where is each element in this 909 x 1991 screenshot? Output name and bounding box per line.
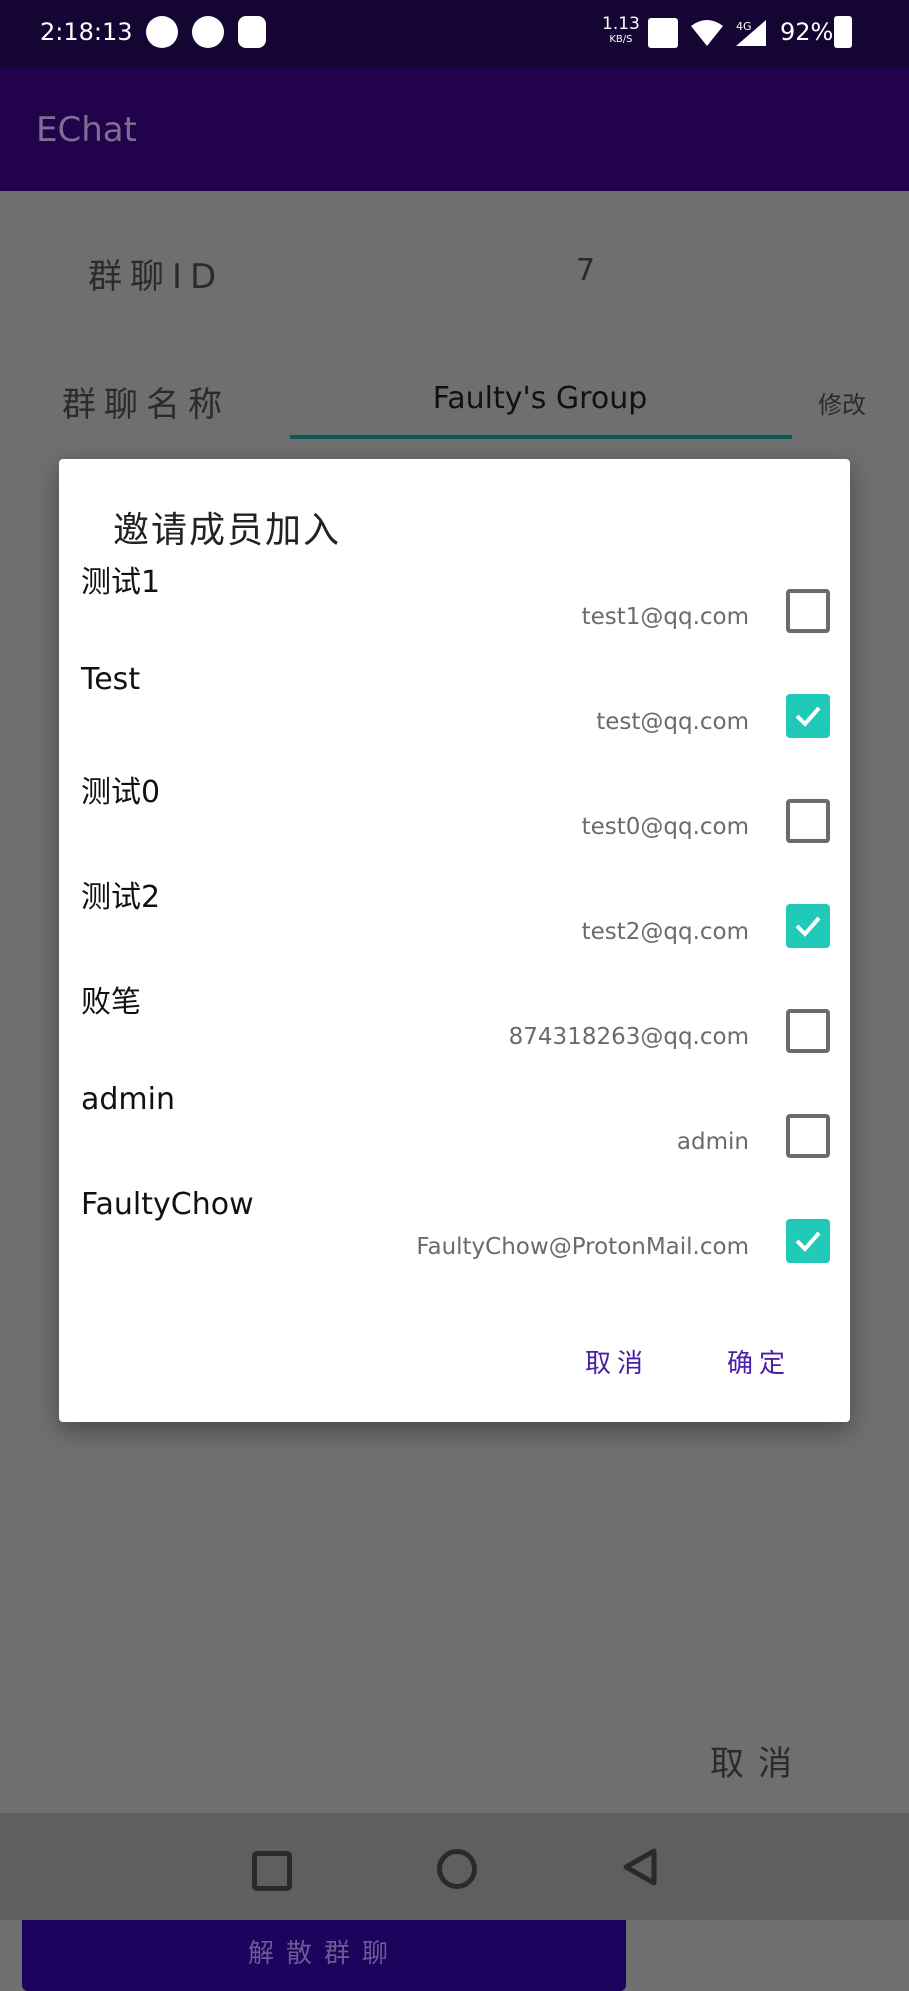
member-checkbox[interactable]	[786, 694, 830, 738]
net-speed-unit: KB/S	[609, 34, 633, 45]
group-name-underline	[290, 435, 792, 439]
net-speed: 1.13 KB/S	[602, 16, 640, 48]
member-name: 败笔	[81, 985, 141, 1020]
dialog-confirm-button[interactable]: 确定	[727, 1343, 791, 1380]
member-name: Test	[81, 662, 141, 697]
group-name-label: 群聊名称	[62, 385, 230, 425]
member-row[interactable]: 测试1 test1@qq.com	[59, 557, 850, 662]
system-nav-bar	[0, 1813, 909, 1920]
member-row[interactable]: Test test@qq.com	[59, 662, 850, 767]
member-email: test1@qq.com	[581, 604, 749, 630]
message-notification-icon	[146, 16, 178, 48]
member-row[interactable]: FaultyChow FaultyChow@ProtonMail.com	[59, 1187, 850, 1292]
member-checkbox[interactable]	[786, 799, 830, 843]
battery-percent: 92%	[780, 18, 834, 46]
back-icon[interactable]	[622, 1847, 658, 1887]
member-row[interactable]: 测试2 test2@qq.com	[59, 872, 850, 977]
member-name: admin	[81, 1082, 175, 1117]
member-row[interactable]: admin admin	[59, 1082, 850, 1187]
member-checkbox[interactable]	[786, 1219, 830, 1263]
check-icon	[795, 706, 821, 727]
group-id-value: 7	[576, 253, 596, 288]
member-email: FaultyChow@ProtonMail.com	[416, 1234, 749, 1260]
member-email: 874318263@qq.com	[508, 1024, 749, 1050]
cancel-button[interactable]: 取消	[710, 1736, 806, 1785]
dialog-cancel-button[interactable]: 取消	[585, 1343, 649, 1380]
volte-icon	[648, 18, 678, 48]
status-time: 2:18:13	[40, 18, 133, 46]
signal-icon: 4G	[736, 20, 766, 46]
member-name: 测试0	[81, 775, 161, 810]
network-type-label: 4G	[736, 20, 752, 33]
member-checkbox[interactable]	[786, 904, 830, 948]
member-email: test2@qq.com	[581, 919, 749, 945]
home-icon[interactable]	[437, 1849, 477, 1889]
dialog-title: 邀请成员加入	[113, 510, 342, 551]
group-id-label: 群聊ID	[88, 257, 225, 297]
app-title: EChat	[36, 110, 137, 150]
member-checkbox[interactable]	[786, 1009, 830, 1053]
check-icon	[795, 1231, 821, 1252]
member-checkbox[interactable]	[786, 1114, 830, 1158]
check-icon	[795, 916, 821, 937]
app-bar: EChat	[0, 68, 909, 191]
app-notification-icon	[192, 16, 224, 48]
recent-apps-icon[interactable]	[252, 1851, 292, 1891]
dissolve-group-button[interactable]: 解散群聊	[22, 1911, 626, 1991]
shield-notification-icon	[238, 16, 266, 48]
group-name-input[interactable]: Faulty's Group	[290, 381, 790, 416]
invite-members-dialog: 邀请成员加入 测试1 test1@qq.com Test test@qq.com…	[59, 459, 850, 1422]
member-name: 测试1	[81, 565, 161, 600]
member-name: 测试2	[81, 880, 161, 915]
battery-icon	[834, 16, 852, 48]
member-email: test@qq.com	[596, 709, 749, 735]
member-row[interactable]: 败笔 874318263@qq.com	[59, 977, 850, 1082]
member-email: test0@qq.com	[581, 814, 749, 840]
wifi-icon	[691, 20, 723, 46]
net-speed-value: 1.13	[602, 14, 640, 34]
member-email: admin	[676, 1129, 749, 1155]
member-list: 测试1 test1@qq.com Test test@qq.com 测试0 te…	[59, 557, 850, 1292]
member-row[interactable]: 测试0 test0@qq.com	[59, 767, 850, 872]
status-bar: 2:18:13 1.13 KB/S 4G 92%	[0, 0, 909, 68]
member-name: FaultyChow	[81, 1187, 254, 1222]
modify-button[interactable]: 修改	[818, 385, 866, 420]
member-checkbox[interactable]	[786, 589, 830, 633]
